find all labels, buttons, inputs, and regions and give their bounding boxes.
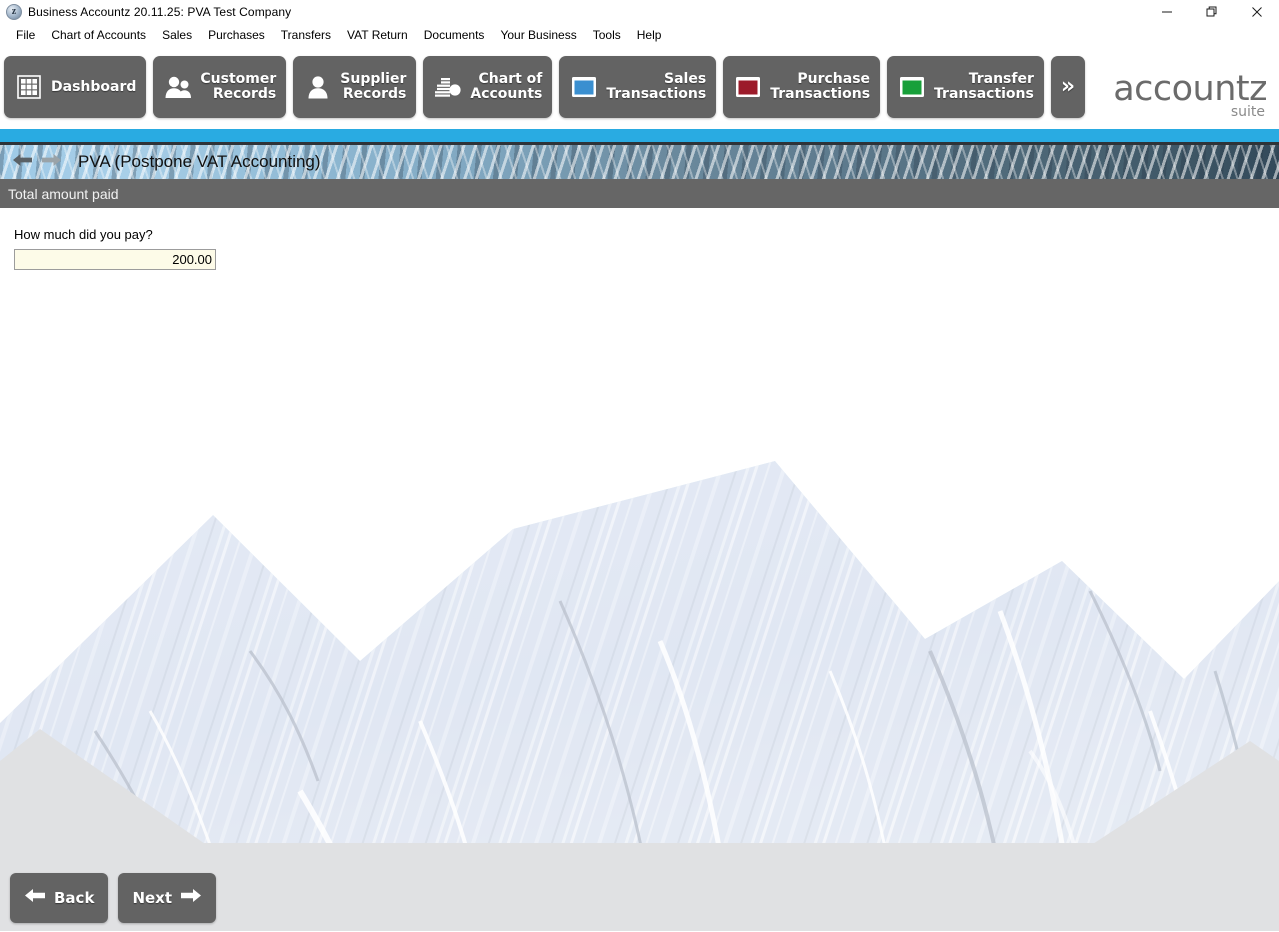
two-people-icon — [163, 72, 193, 102]
blue-book-icon — [569, 72, 599, 102]
back-button[interactable]: Back — [10, 872, 109, 923]
toolbar-button-label: Supplier Records — [340, 71, 407, 102]
arrow-right-icon[interactable] — [41, 153, 62, 172]
toolbar-button-supplier-records[interactable]: Supplier Records — [293, 56, 417, 118]
amount-paid-input[interactable] — [14, 249, 216, 270]
menu-item-tools[interactable]: Tools — [585, 26, 629, 44]
back-button-label: Back — [54, 888, 95, 907]
toolbar-button-label: Transfer Transactions — [934, 71, 1034, 102]
toolbar-button-customer-records[interactable]: Customer Records — [153, 56, 287, 118]
toolbar-button-dashboard[interactable]: Dashboard — [4, 56, 147, 118]
accent-stripe — [0, 129, 1279, 142]
toolbar-button-label: Chart of Accounts — [470, 71, 543, 102]
toolbar-button-sales-transactions[interactable]: Sales Transactions — [559, 56, 717, 118]
question-label: How much did you pay? — [14, 227, 153, 242]
menu-item-sales[interactable]: Sales — [154, 26, 200, 44]
page-content: How much did you pay? Back Next — [0, 208, 1279, 931]
toolbar-button-label: Sales Transactions — [606, 71, 707, 102]
page-banner: PVA (Postpone VAT Accounting) — [0, 145, 1279, 179]
next-button-label: Next — [132, 888, 173, 907]
grid-dashboard-icon — [14, 72, 44, 102]
close-icon[interactable] — [1234, 0, 1279, 24]
toolbar-button-chart-of-accounts[interactable]: Chart of Accounts — [423, 56, 553, 118]
menu-item-your-business[interactable]: Your Business — [492, 26, 584, 44]
arrow-left-icon[interactable] — [12, 153, 33, 172]
minimize-icon[interactable] — [1144, 0, 1189, 24]
single-person-icon — [303, 72, 333, 102]
red-book-icon — [733, 72, 763, 102]
menu-item-file[interactable]: File — [8, 26, 43, 44]
green-book-icon — [897, 72, 927, 102]
section-header-bar: Total amount paid — [0, 179, 1279, 208]
toolbar-button-transfer-transactions[interactable]: Transfer Transactions — [887, 56, 1044, 118]
wizard-footer: Back Next — [0, 864, 1279, 931]
menu-item-vat-return[interactable]: VAT Return — [339, 26, 416, 44]
window-controls — [1144, 0, 1279, 24]
section-title: Total amount paid — [8, 185, 119, 202]
menu-item-purchases[interactable]: Purchases — [200, 26, 273, 44]
menu-item-documents[interactable]: Documents — [416, 26, 493, 44]
menu-item-help[interactable]: Help — [629, 26, 670, 44]
window-title-bar: z Business Accountz 20.11.25: PVA Test C… — [0, 0, 1279, 24]
next-button[interactable]: Next — [118, 872, 217, 923]
menu-item-transfers[interactable]: Transfers — [273, 26, 339, 44]
accountz-brand-logo: accountz suite — [1113, 71, 1267, 120]
bar-chart-icon — [433, 72, 463, 102]
arrow-right-icon — [180, 888, 202, 907]
page-title: PVA (Postpone VAT Accounting) — [78, 152, 321, 171]
menu-item-chart-of-accounts[interactable]: Chart of Accounts — [43, 26, 154, 44]
main-toolbar: Dashboard Customer Records Supplier Reco… — [0, 45, 1279, 129]
brand-name: accountz — [1113, 69, 1267, 109]
toolbar-button-purchase-transactions[interactable]: Purchase Transactions — [723, 56, 881, 118]
toolbar-button-label: Purchase Transactions — [770, 71, 871, 102]
toolbar-button-label: Dashboard — [51, 78, 137, 95]
question-form: How much did you pay? — [0, 208, 1279, 270]
toolbar-button-label: Customer Records — [200, 71, 277, 102]
menu-bar: File Chart of Accounts Sales Purchases T… — [0, 24, 1279, 45]
accountz-app-icon: z — [6, 4, 22, 20]
arrow-left-icon — [24, 888, 46, 907]
restore-icon[interactable] — [1189, 0, 1234, 24]
window-title: Business Accountz 20.11.25: PVA Test Com… — [28, 5, 292, 19]
toolbar-overflow-button[interactable]: » — [1050, 56, 1086, 118]
double-chevron-right-icon: » — [1060, 74, 1076, 99]
